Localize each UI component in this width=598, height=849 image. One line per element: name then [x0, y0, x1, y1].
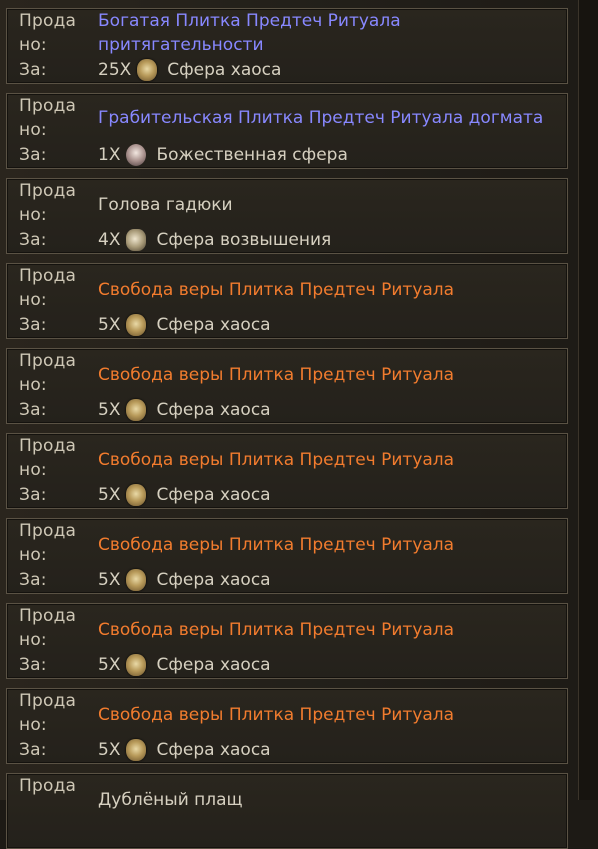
price: 5X Сфера хаоса: [98, 653, 271, 677]
item-name[interactable]: Свобода веры Плитка Предтеч Ритуала: [98, 703, 558, 727]
price-quantity: 25X: [98, 60, 132, 80]
sold-label-cont: но:: [19, 120, 47, 140]
price: 5X Сфера хаоса: [98, 398, 271, 422]
sold-label-cont: но:: [19, 460, 47, 480]
sold-label: Прода: [19, 11, 77, 31]
item-name[interactable]: Дублёный плащ: [98, 788, 558, 812]
price-quantity: 4X: [98, 230, 121, 250]
sold-label: Прода: [19, 266, 77, 286]
chaos-orb-icon: [126, 739, 147, 761]
currency-name: Сфера хаоса: [156, 485, 271, 505]
sale-row[interactable]: Прода но: За: Грабительская Плитка Предт…: [6, 93, 568, 169]
sold-label: Прода: [19, 606, 77, 626]
price-quantity: 1X: [98, 145, 121, 165]
sold-label: Прода: [19, 691, 77, 711]
price: 5X Сфера хаоса: [98, 483, 271, 507]
price-quantity: 5X: [98, 485, 121, 505]
sold-label-cont: но:: [19, 375, 47, 395]
sale-row[interactable]: Прода но: За: Свобода веры Плитка Предте…: [6, 603, 568, 679]
chaos-orb-icon: [126, 399, 147, 421]
item-name[interactable]: Грабительская Плитка Предтеч Ритуала дог…: [98, 106, 558, 130]
sold-label-cont: но:: [19, 205, 47, 225]
price-quantity: 5X: [98, 570, 121, 590]
price-quantity: 5X: [98, 740, 121, 760]
for-label: За:: [19, 230, 47, 250]
sale-row[interactable]: Прода но: За: Голова гадюки 4X Сфера воз…: [6, 178, 568, 254]
sold-label-cont: но:: [19, 35, 47, 55]
for-label: За:: [19, 655, 47, 675]
sold-label: Прода: [19, 181, 77, 201]
item-name[interactable]: Голова гадюки: [98, 193, 558, 217]
currency-name: Сфера хаоса: [167, 60, 282, 80]
for-label: За:: [19, 145, 47, 165]
chaos-orb-icon: [137, 59, 158, 81]
for-label: За:: [19, 485, 47, 505]
exalted-orb-icon: [126, 229, 147, 251]
currency-name: Божественная сфера: [156, 145, 348, 165]
sold-history-panel: Прода но: За: Богатая Плитка Предтеч Рит…: [0, 0, 578, 849]
sale-row[interactable]: Прода но: За: Свобода веры Плитка Предте…: [6, 518, 568, 594]
chaos-orb-icon: [126, 484, 147, 506]
item-name[interactable]: Свобода веры Плитка Предтеч Ритуала: [98, 278, 558, 302]
divine-orb-icon: [126, 144, 147, 166]
price-quantity: 5X: [98, 315, 121, 335]
sale-row[interactable]: Прода но: За: Свобода веры Плитка Предте…: [6, 263, 568, 339]
price-quantity: 5X: [98, 400, 121, 420]
for-label: За:: [19, 740, 47, 760]
price: 5X Сфера хаоса: [98, 313, 271, 337]
for-label: За:: [19, 400, 47, 420]
sold-label-cont: но:: [19, 715, 47, 735]
item-name[interactable]: Свобода веры Плитка Предтеч Ритуала: [98, 533, 558, 557]
price: 1X Божественная сфера: [98, 143, 348, 167]
chaos-orb-icon: [126, 569, 147, 591]
scrollbar[interactable]: [578, 0, 598, 800]
sold-label: Прода: [19, 96, 77, 116]
sale-row[interactable]: Прода но: За: Свобода веры Плитка Предте…: [6, 688, 568, 764]
currency-name: Сфера возвышения: [156, 230, 332, 250]
currency-name: Сфера хаоса: [156, 655, 271, 675]
sold-label: Прода: [19, 436, 77, 456]
chaos-orb-icon: [126, 314, 147, 336]
item-name[interactable]: Свобода веры Плитка Предтеч Ритуала: [98, 363, 558, 387]
item-name[interactable]: Богатая Плитка Предтеч Ритуала притягате…: [98, 9, 558, 57]
sold-label-cont: но:: [19, 545, 47, 565]
chaos-orb-icon: [126, 654, 147, 676]
sold-label: Прода: [19, 351, 77, 371]
for-label: За:: [19, 60, 47, 80]
sale-row[interactable]: Прода но: За: Свобода веры Плитка Предте…: [6, 348, 568, 424]
sold-label: Прода: [19, 521, 77, 541]
item-name[interactable]: Свобода веры Плитка Предтеч Ритуала: [98, 618, 558, 642]
sold-label-cont: но:: [19, 630, 47, 650]
for-label: За:: [19, 315, 47, 335]
price: 5X Сфера хаоса: [98, 568, 271, 592]
price: 25X Сфера хаоса: [98, 58, 281, 82]
sale-row[interactable]: Прода но: За: Свобода веры Плитка Предте…: [6, 433, 568, 509]
currency-name: Сфера хаоса: [156, 740, 271, 760]
price: 5X Сфера хаоса: [98, 738, 271, 762]
sale-row[interactable]: Прода но: За: Богатая Плитка Предтеч Рит…: [6, 8, 568, 84]
for-label: За:: [19, 570, 47, 590]
sold-label-cont: но:: [19, 290, 47, 310]
currency-name: Сфера хаоса: [156, 315, 271, 335]
currency-name: Сфера хаоса: [156, 400, 271, 420]
sale-row[interactable]: Прода Дублёный плащ: [6, 773, 568, 849]
price-quantity: 5X: [98, 655, 121, 675]
price: 4X Сфера возвышения: [98, 228, 331, 252]
currency-name: Сфера хаоса: [156, 570, 271, 590]
sold-label: Прода: [19, 776, 77, 796]
item-name[interactable]: Свобода веры Плитка Предтеч Ритуала: [98, 448, 558, 472]
